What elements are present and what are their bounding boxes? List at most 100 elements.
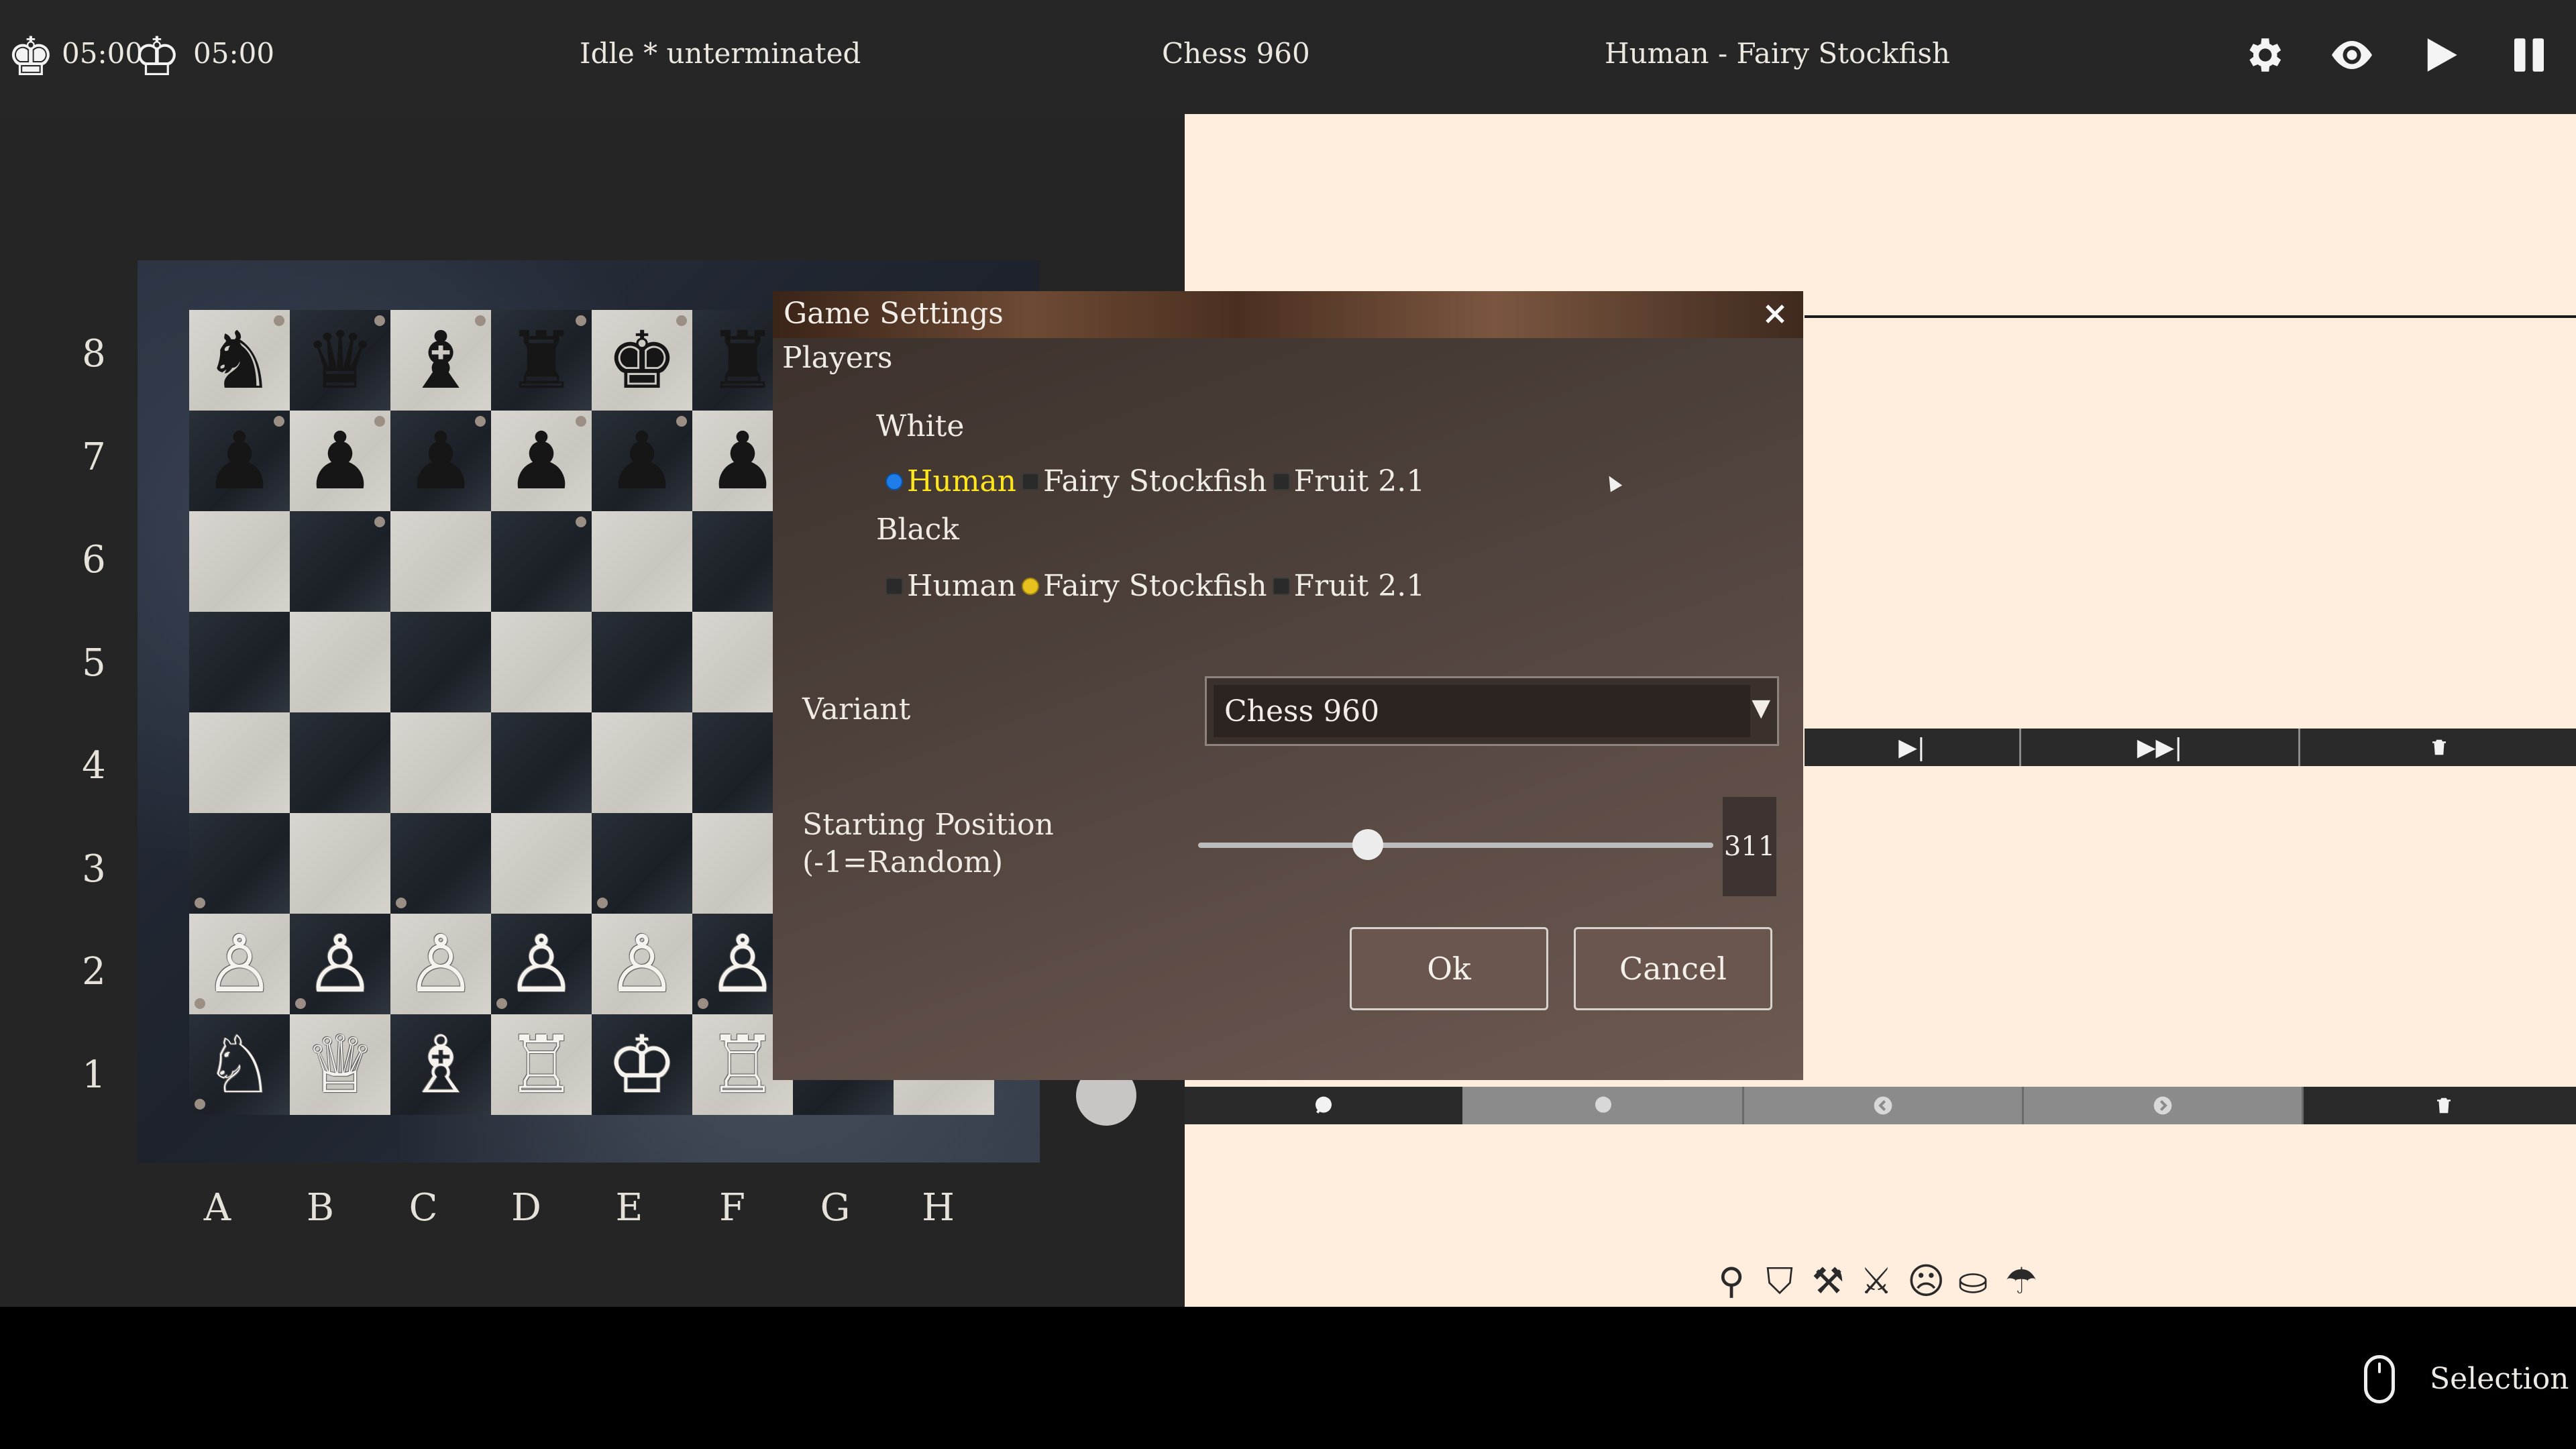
- square-d1[interactable]: ♖: [491, 1014, 592, 1115]
- square-c8[interactable]: ♝: [390, 310, 491, 411]
- pin-icon[interactable]: ⚲: [1714, 1260, 1749, 1303]
- radio-human[interactable]: [885, 577, 903, 595]
- close-button[interactable]: [1758, 297, 1792, 331]
- square-d8[interactable]: ♜: [491, 310, 592, 411]
- radio-label[interactable]: Fairy Stockfish: [1043, 569, 1267, 603]
- square-d7[interactable]: ♟: [491, 411, 592, 511]
- square-e1[interactable]: ♔: [592, 1014, 692, 1115]
- radio-fruit-2-1[interactable]: [1272, 472, 1290, 490]
- white-piece[interactable]: ♖: [506, 1014, 577, 1115]
- wrench-icon[interactable]: ⚒: [1811, 1260, 1845, 1303]
- square-b4[interactable]: [290, 712, 390, 813]
- square-b3[interactable]: [290, 813, 390, 914]
- square-d6[interactable]: [491, 511, 592, 612]
- radio-fairy-stockfish[interactable]: [1022, 472, 1040, 490]
- black-piece[interactable]: ♛: [305, 310, 376, 411]
- square-d5[interactable]: [491, 612, 592, 712]
- white-piece[interactable]: ♙: [506, 914, 577, 1014]
- square-e3[interactable]: [592, 813, 692, 914]
- radio-human[interactable]: [885, 472, 903, 490]
- square-e5[interactable]: [592, 612, 692, 712]
- pause-button[interactable]: [2502, 28, 2556, 82]
- square-c7[interactable]: ♟: [390, 411, 491, 511]
- slider-thumb[interactable]: [1352, 829, 1384, 860]
- square-e8[interactable]: ♚: [592, 310, 692, 411]
- settings-button[interactable]: [2237, 28, 2290, 82]
- fast-forward-button[interactable]: ▶▶|: [2021, 729, 2300, 766]
- radio-label[interactable]: Fairy Stockfish: [1043, 464, 1267, 498]
- swords-icon[interactable]: ⚔: [1859, 1260, 1894, 1303]
- square-a4[interactable]: [189, 712, 290, 813]
- step-forward-button[interactable]: ▶|: [1805, 729, 2021, 766]
- bag-icon[interactable]: ⛀: [1955, 1260, 1990, 1303]
- square-b8[interactable]: ♛: [290, 310, 390, 411]
- black-piece[interactable]: ♟: [305, 411, 376, 511]
- play-button[interactable]: [2414, 28, 2467, 82]
- square-d3[interactable]: [491, 813, 592, 914]
- square-d2[interactable]: ♙: [491, 914, 592, 1014]
- square-a2[interactable]: ♙: [189, 914, 290, 1014]
- black-piece[interactable]: ♟: [405, 411, 476, 511]
- square-b1[interactable]: ♕: [290, 1014, 390, 1115]
- square-a3[interactable]: [189, 813, 290, 914]
- square-b6[interactable]: [290, 511, 390, 612]
- cancel-button[interactable]: Cancel: [1574, 927, 1772, 1010]
- square-c1[interactable]: ♗: [390, 1014, 491, 1115]
- white-piece[interactable]: ♙: [606, 914, 678, 1014]
- white-piece[interactable]: ♗: [405, 1014, 476, 1115]
- black-piece[interactable]: ♜: [707, 310, 778, 411]
- face-icon[interactable]: ☹: [1907, 1260, 1945, 1303]
- comment-alt-button[interactable]: [1464, 1087, 1744, 1124]
- black-piece[interactable]: ♟: [606, 411, 678, 511]
- white-piece[interactable]: ♙: [204, 914, 275, 1014]
- radio-fairy-stockfish[interactable]: [1022, 577, 1040, 595]
- white-piece[interactable]: ♔: [606, 1014, 678, 1115]
- black-piece[interactable]: ♚: [606, 310, 678, 411]
- previous-button[interactable]: [1744, 1087, 2024, 1124]
- square-a8[interactable]: ♞: [189, 310, 290, 411]
- square-c2[interactable]: ♙: [390, 914, 491, 1014]
- shield-icon[interactable]: ⛉: [1762, 1260, 1797, 1303]
- starting-position-slider[interactable]: [1198, 843, 1713, 848]
- black-piece[interactable]: ♞: [204, 310, 275, 411]
- square-e4[interactable]: [592, 712, 692, 813]
- view-button[interactable]: [2325, 28, 2379, 82]
- square-b5[interactable]: [290, 612, 390, 712]
- mushroom-icon[interactable]: ☂: [2004, 1260, 2039, 1303]
- radio-label[interactable]: Fruit 2.1: [1294, 464, 1426, 498]
- square-e2[interactable]: ♙: [592, 914, 692, 1014]
- radio-label[interactable]: Human: [907, 464, 1016, 498]
- radio-fruit-2-1[interactable]: [1272, 577, 1290, 595]
- square-c5[interactable]: [390, 612, 491, 712]
- square-c6[interactable]: [390, 511, 491, 612]
- next-button[interactable]: [2024, 1087, 2304, 1124]
- comment-button[interactable]: [1185, 1087, 1464, 1124]
- square-d4[interactable]: [491, 712, 592, 813]
- black-piece[interactable]: ♟: [204, 411, 275, 511]
- square-e6[interactable]: [592, 511, 692, 612]
- square-e7[interactable]: ♟: [592, 411, 692, 511]
- square-b7[interactable]: ♟: [290, 411, 390, 511]
- square-c4[interactable]: [390, 712, 491, 813]
- dialog-title-bar[interactable]: Game Settings: [773, 291, 1803, 338]
- white-piece[interactable]: ♙: [405, 914, 476, 1014]
- white-piece[interactable]: ♙: [305, 914, 376, 1014]
- delete-comment-button[interactable]: [2304, 1087, 2576, 1124]
- white-piece[interactable]: ♙: [707, 914, 778, 1014]
- radio-label[interactable]: Human: [907, 569, 1016, 603]
- square-a5[interactable]: [189, 612, 290, 712]
- white-piece[interactable]: ♘: [204, 1014, 275, 1115]
- black-piece[interactable]: ♝: [405, 310, 476, 411]
- white-piece[interactable]: ♖: [707, 1014, 778, 1115]
- radio-label[interactable]: Fruit 2.1: [1294, 569, 1426, 603]
- black-piece[interactable]: ♟: [506, 411, 577, 511]
- square-a1[interactable]: ♘: [189, 1014, 290, 1115]
- delete-moves-button[interactable]: [2300, 729, 2576, 766]
- square-c3[interactable]: [390, 813, 491, 914]
- square-a6[interactable]: [189, 511, 290, 612]
- ok-button[interactable]: Ok: [1350, 927, 1548, 1010]
- white-piece[interactable]: ♕: [305, 1014, 376, 1115]
- variant-dropdown[interactable]: Chess 960 ▼: [1205, 676, 1779, 746]
- square-b2[interactable]: ♙: [290, 914, 390, 1014]
- black-piece[interactable]: ♟: [707, 411, 778, 511]
